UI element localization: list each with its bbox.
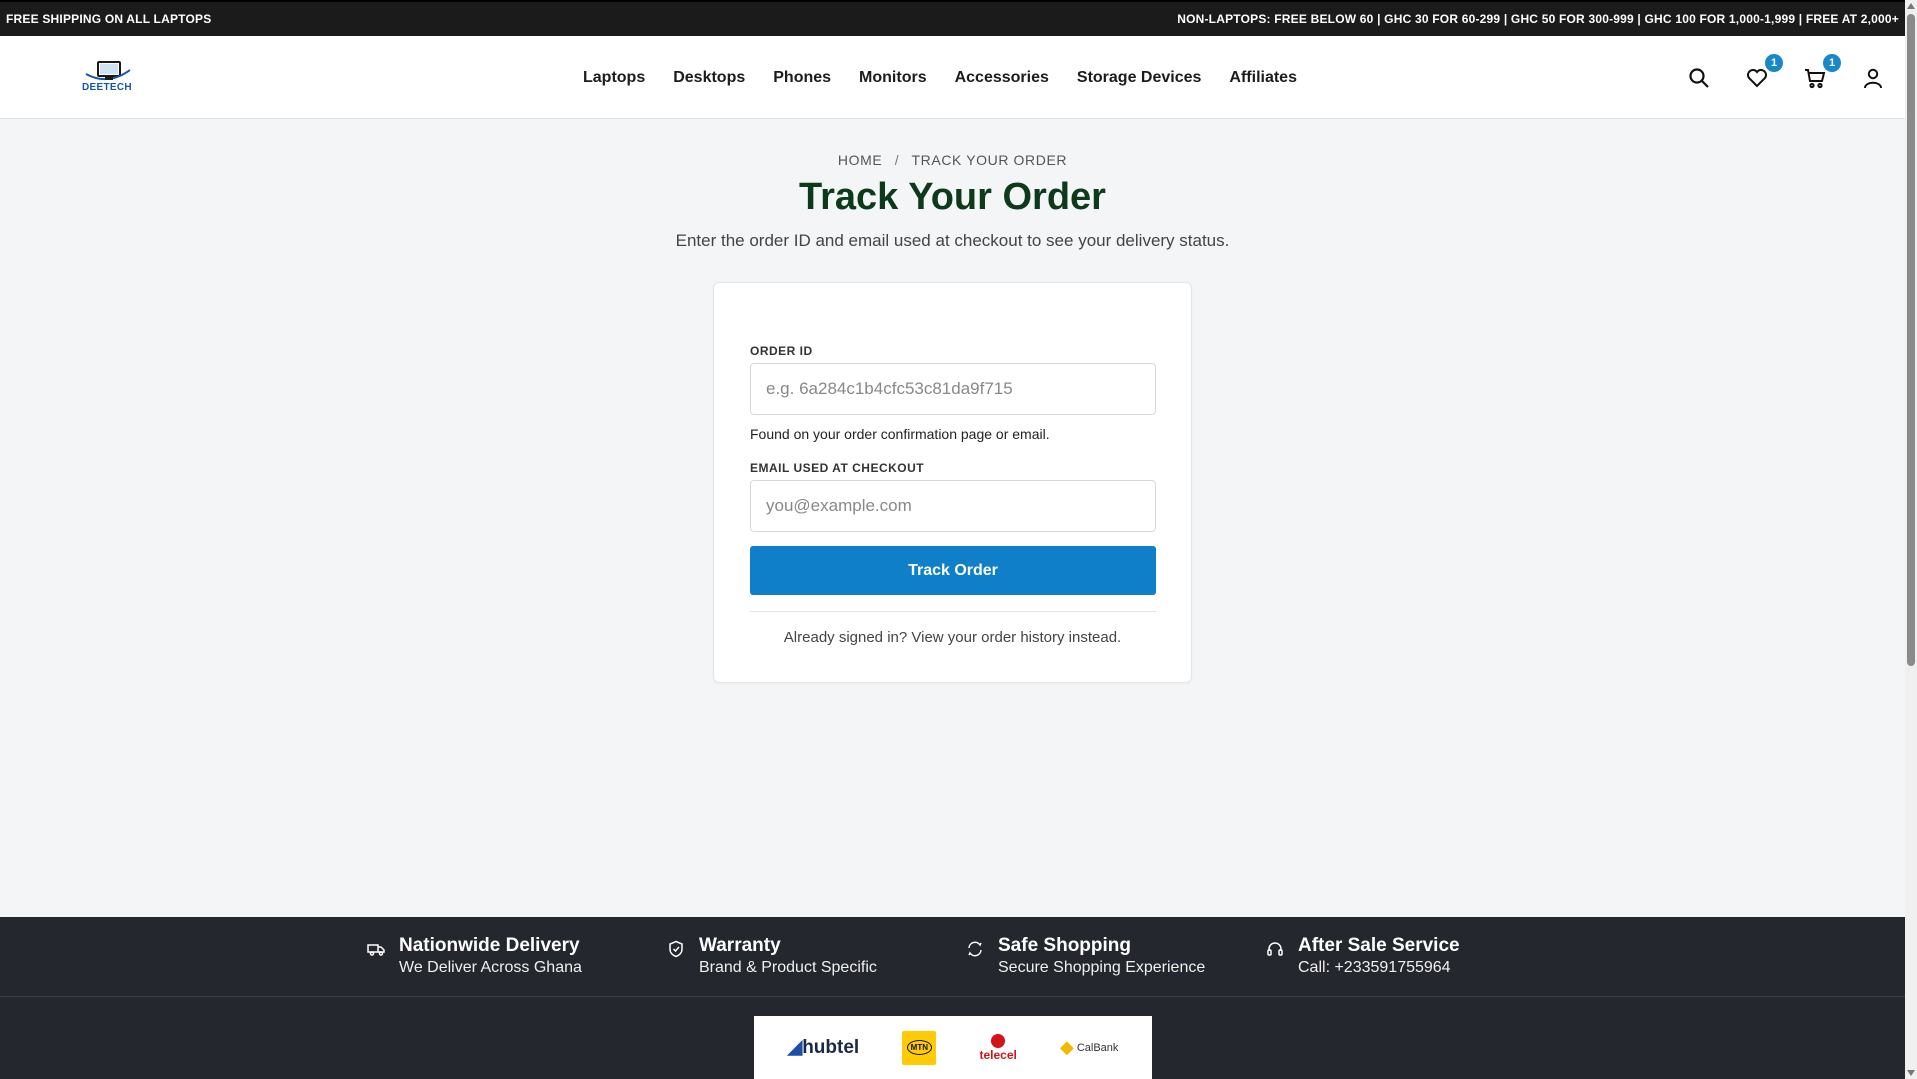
scroll-thumb[interactable] <box>1907 14 1915 666</box>
nav-affiliates[interactable]: Affiliates <box>1229 69 1297 87</box>
email-input[interactable] <box>750 480 1156 532</box>
scroll-down-arrow[interactable] <box>1907 1070 1915 1076</box>
shield-icon <box>669 940 683 958</box>
order-id-label: ORDER ID <box>750 344 813 358</box>
payment-logos: ◢hubtel MTN telecel ◆ CalBank <box>754 1016 1152 1079</box>
wishlist-count-badge: 1 <box>1765 53 1783 72</box>
cart-count-badge: 1 <box>1823 53 1841 72</box>
email-label: EMAIL USED AT CHECKOUT <box>750 461 925 475</box>
feature-title: Safe Shopping <box>998 935 1131 956</box>
header-actions: 1 1 <box>1687 36 1885 119</box>
promo-left-text: FREE SHIPPING ON ALL LAPTOPS <box>6 12 212 26</box>
logo-text: DEETECH <box>82 82 132 93</box>
promo-bar: FREE SHIPPING ON ALL LAPTOPS NON-LAPTOPS… <box>0 0 1905 36</box>
feature-delivery: Nationwide Delivery We Deliver Across Gh… <box>367 935 582 979</box>
feature-subtitle: Secure Shopping Experience <box>998 959 1206 976</box>
breadcrumb: HOME / TRACK YOUR ORDER <box>0 152 1905 168</box>
truck-icon <box>367 944 385 956</box>
main-nav: Laptops Desktops Phones Monitors Accesso… <box>583 36 1297 119</box>
track-order-card: ORDER ID Found on your order confirmatio… <box>713 282 1192 683</box>
breadcrumb-separator: / <box>894 152 900 168</box>
calbank-logo: ◆ CalBank <box>1059 1037 1119 1057</box>
features-strip: Nationwide Delivery We Deliver Across Gh… <box>0 917 1905 997</box>
order-id-input[interactable] <box>750 363 1156 415</box>
site-header: DEETECH Laptops Desktops Phones Monitors… <box>0 36 1905 119</box>
logo-computer-icon <box>85 61 131 81</box>
page-scrollbar[interactable] <box>1905 0 1917 1079</box>
feature-subtitle: We Deliver Across Ghana <box>399 959 582 976</box>
user-icon[interactable] <box>1861 66 1885 90</box>
nav-laptops[interactable]: Laptops <box>583 69 645 87</box>
nav-storage-devices[interactable]: Storage Devices <box>1077 69 1202 87</box>
feature-subtitle: Call: +233591755964 <box>1298 959 1451 976</box>
track-order-button[interactable]: Track Order <box>750 546 1156 595</box>
telecel-logo: telecel <box>979 1033 1017 1062</box>
payments-strip: ◢hubtel MTN telecel ◆ CalBank <box>0 997 1905 1079</box>
site-logo[interactable]: DEETECH <box>80 60 136 96</box>
page-title: Track Your Order <box>799 176 1106 218</box>
order-history-link[interactable]: Already signed in? View your order histo… <box>714 629 1191 646</box>
page-subtitle: Enter the order ID and email used at che… <box>675 231 1230 250</box>
scroll-up-arrow[interactable] <box>1907 3 1915 9</box>
search-icon[interactable] <box>1687 66 1711 90</box>
mtn-logo: MTN <box>902 1030 937 1065</box>
nav-accessories[interactable]: Accessories <box>955 69 1049 87</box>
feature-safe-shopping: Safe Shopping Secure Shopping Experience <box>966 935 1205 979</box>
refresh-icon <box>968 941 982 957</box>
order-id-hint: Found on your order confirmation page or… <box>750 426 1050 442</box>
breadcrumb-home[interactable]: HOME <box>838 152 882 168</box>
headset-icon <box>1267 942 1283 956</box>
heart-icon[interactable]: 1 <box>1745 53 1783 90</box>
nav-monitors[interactable]: Monitors <box>859 69 927 87</box>
nav-desktops[interactable]: Desktops <box>673 69 745 87</box>
form-divider <box>750 611 1156 612</box>
nav-phones[interactable]: Phones <box>773 69 831 87</box>
promo-right-text: NON-LAPTOPS: FREE BELOW 60 | GHC 30 FOR … <box>1177 12 1899 26</box>
breadcrumb-current: TRACK YOUR ORDER <box>911 152 1068 168</box>
feature-subtitle: Brand & Product Specific <box>699 959 877 976</box>
feature-title: After Sale Service <box>1298 935 1460 956</box>
feature-after-sale: After Sale Service Call: +233591755964 <box>1266 935 1460 979</box>
feature-title: Nationwide Delivery <box>399 935 580 956</box>
feature-warranty: Warranty Brand & Product Specific <box>667 935 877 979</box>
feature-title: Warranty <box>699 935 781 956</box>
hubtel-logo: ◢hubtel <box>787 1037 860 1058</box>
cart-icon[interactable]: 1 <box>1803 53 1841 90</box>
